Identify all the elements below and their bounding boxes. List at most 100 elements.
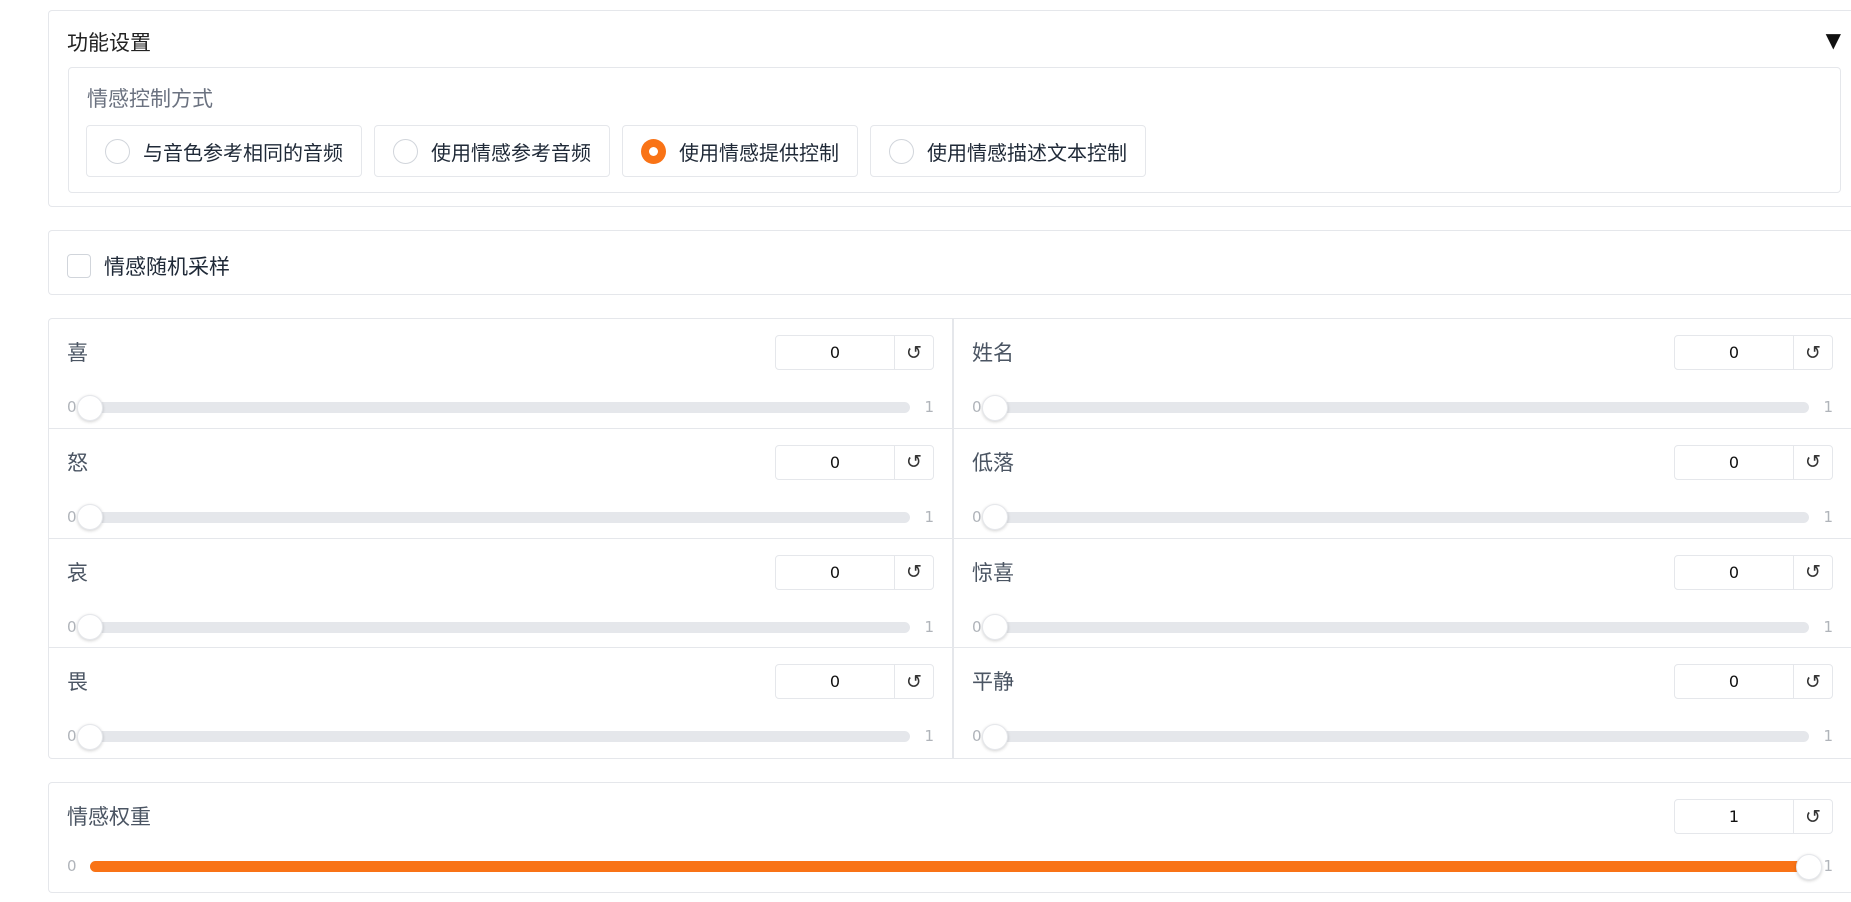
slider-min-label: 0 [67, 857, 77, 875]
number-box: ↺ [775, 444, 934, 480]
weight-slider-track[interactable] [90, 853, 1822, 880]
emotion-slider-track[interactable] [982, 394, 1809, 421]
feature-settings-panel: 功能设置 ▼ 情感控制方式 与音色参考相同的音频 使用情感参考音频 使用情感提供… [48, 10, 1851, 207]
slider-label: 喜 [67, 341, 88, 365]
number-box: ↺ [1674, 664, 1833, 700]
slider-row: 0 1 [67, 853, 1833, 880]
emotion-slider-cell: 惊喜↺01 [954, 539, 1851, 649]
reset-icon[interactable]: ↺ [1794, 665, 1832, 698]
emotion-slider-cell: 哀 ↺ 0 1 [49, 538, 954, 649]
slider-label: 畏 [67, 670, 88, 695]
number-box: ↺ [1674, 444, 1833, 480]
radio-circle-icon [105, 138, 130, 164]
emotion-number-input[interactable] [776, 445, 895, 479]
reset-icon[interactable]: ↺ [895, 446, 933, 479]
slider-thumb[interactable] [1796, 853, 1822, 880]
slider-row: 01 [972, 504, 1833, 531]
reset-icon[interactable]: ↺ [1794, 446, 1832, 479]
random-sampling-checkbox[interactable] [67, 254, 91, 278]
slider-min-label: 0 [972, 617, 982, 636]
radio-option-label: 使用情感提供控制 [679, 140, 839, 165]
collapse-triangle-icon[interactable]: ▼ [1826, 30, 1841, 50]
reset-icon[interactable]: ↺ [895, 336, 933, 369]
number-box: ↺ [775, 335, 934, 370]
slider-thumb[interactable] [982, 614, 1008, 640]
slider-label: 怒 [67, 450, 88, 475]
slider-thumb[interactable] [77, 394, 103, 421]
random-sampling-label: 情感随机采样 [104, 255, 230, 279]
slider-row: 01 [972, 394, 1833, 421]
slider-max-label: 1 [924, 507, 934, 526]
slider-thumb[interactable] [982, 394, 1008, 421]
slider-min-label: 0 [67, 398, 77, 416]
number-box: ↺ [1674, 799, 1833, 834]
slider-max-label: 1 [924, 398, 934, 416]
weight-number-input[interactable] [1675, 800, 1794, 833]
slider-min-label: 0 [972, 398, 982, 416]
reset-icon[interactable]: ↺ [895, 556, 933, 589]
radio-option-emotion-text-control[interactable]: 使用情感描述文本控制 [870, 125, 1146, 177]
slider-label: 平静 [972, 670, 1014, 695]
emotion-slider-track[interactable] [77, 614, 910, 640]
emotion-slider-cell: 畏↺01 [49, 648, 954, 758]
number-box: ↺ [1674, 554, 1833, 590]
slider-max-label: 1 [924, 727, 934, 746]
emotion-slider-track[interactable] [77, 723, 910, 750]
number-box: ↺ [1674, 335, 1833, 370]
slider-row: 01 [972, 614, 1833, 640]
radio-option-label: 使用情感参考音频 [431, 140, 591, 165]
slider-label: 低落 [972, 450, 1014, 475]
emotion-number-input[interactable] [776, 336, 895, 369]
emotion-slider-track[interactable] [982, 614, 1809, 640]
number-box: ↺ [775, 554, 934, 590]
reset-icon[interactable]: ↺ [1794, 800, 1832, 833]
slider-max-label: 1 [1823, 727, 1833, 746]
emotion-number-input[interactable] [1675, 445, 1794, 479]
emotion-slider-cell: 姓名 ↺ 01 [954, 319, 1851, 429]
emotion-number-input[interactable] [776, 665, 895, 699]
radio-options: 与音色参考相同的音频 使用情感参考音频 使用情感提供控制 使用情感描述文本控制 [86, 125, 1146, 177]
slider-row: 01 [67, 394, 934, 421]
emotion-number-input[interactable] [1675, 665, 1794, 699]
emotion-control-radio-group: 情感控制方式 与音色参考相同的音频 使用情感参考音频 使用情感提供控制 使用情感… [68, 67, 1841, 193]
slider-label: 姓名 [972, 341, 1014, 365]
slider-thumb[interactable] [982, 504, 1008, 531]
slider-max-label: 1 [1823, 857, 1833, 875]
emotion-slider-cell: 怒 ↺ 01 [49, 428, 954, 539]
settings-title: 功能设置 [67, 31, 151, 55]
random-sampling-checkbox-row[interactable]: 情感随机采样 [67, 251, 230, 281]
radio-option-label: 使用情感描述文本控制 [927, 140, 1127, 165]
emotion-slider-cell: 低落 ↺ 01 [954, 429, 1851, 539]
reset-icon[interactable]: ↺ [1794, 556, 1832, 589]
slider-min-label: 0 [67, 727, 77, 746]
emotion-slider-track[interactable] [77, 504, 910, 531]
slider-min-label: 0 [972, 727, 982, 746]
emotion-slider-track[interactable] [982, 504, 1809, 531]
radio-circle-icon [889, 138, 914, 164]
radio-circle-icon [641, 138, 666, 164]
reset-icon[interactable]: ↺ [895, 665, 933, 698]
emotion-control-label: 情感控制方式 [87, 87, 213, 111]
emotion-slider-cell: 平静 ↺ 0 1 [954, 648, 1851, 758]
slider-thumb[interactable] [77, 614, 103, 640]
slider-min-label: 0 [972, 507, 982, 526]
emotion-sliders-grid: 喜↺01姓名↺01怒↺01低落↺01哀↺01惊喜↺01畏↺01平静↺01 [48, 318, 1851, 759]
slider-thumb[interactable] [982, 723, 1008, 750]
radio-option-emotion-reference-audio[interactable]: 使用情感参考音频 [374, 125, 610, 177]
emotion-number-input[interactable] [1675, 555, 1794, 589]
slider-thumb[interactable] [77, 504, 103, 531]
emotion-number-input[interactable] [1675, 336, 1794, 369]
number-box: ↺ [775, 664, 934, 700]
reset-icon[interactable]: ↺ [1794, 336, 1832, 369]
emotion-slider-track[interactable] [982, 723, 1809, 750]
slider-label: 哀 [67, 560, 88, 585]
radio-option-emotion-vector-control[interactable]: 使用情感提供控制 [622, 125, 858, 177]
slider-row: 01 [67, 723, 934, 750]
slider-max-label: 1 [924, 617, 934, 636]
slider-thumb[interactable] [77, 723, 103, 750]
slider-row: 01 [67, 504, 934, 531]
emotion-number-input[interactable] [776, 555, 895, 589]
emotion-slider-track[interactable] [77, 394, 910, 421]
slider-min-label: 0 [67, 617, 77, 636]
radio-option-same-as-timbre[interactable]: 与音色参考相同的音频 [86, 125, 362, 177]
